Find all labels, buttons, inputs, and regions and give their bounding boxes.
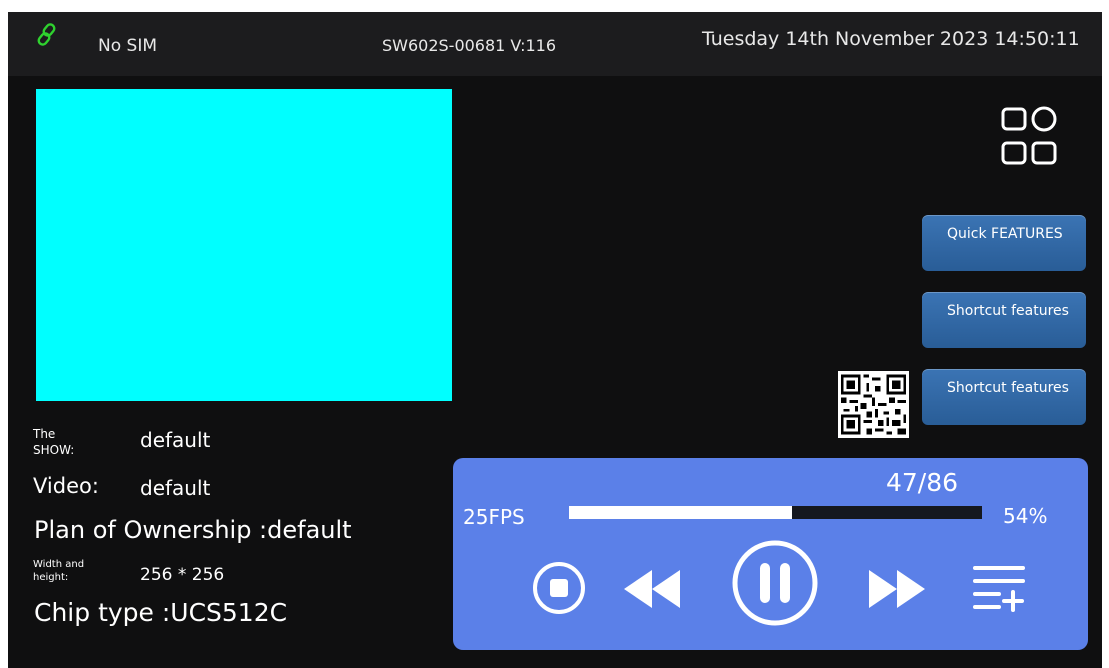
sim-status: No SIM — [98, 36, 157, 56]
ownership-plan: Plan of Ownership :default — [34, 516, 352, 544]
shortcut-features-button-1[interactable]: Shortcut features — [922, 292, 1086, 348]
progress-percent: 54% — [1003, 504, 1048, 528]
shortcut-features-button-2[interactable]: Shortcut features — [922, 369, 1086, 425]
shortcut-features-label-2: Shortcut features — [947, 380, 1069, 396]
quick-features-label: Quick FEATURES — [947, 226, 1063, 242]
link-icon — [37, 23, 56, 46]
pause-icon[interactable] — [730, 538, 820, 628]
stop-icon[interactable] — [531, 560, 587, 616]
quick-features-button[interactable]: Quick FEATURES — [922, 215, 1086, 271]
qr-code-icon[interactable] — [838, 371, 909, 438]
datetime: Tuesday 14th November 2023 14:50:11 — [702, 28, 1080, 50]
player-panel: 25FPS 47/86 54% — [453, 458, 1088, 650]
preview-screen — [36, 89, 452, 401]
fps-label: 25FPS — [463, 505, 525, 529]
playlist-add-icon[interactable] — [969, 560, 1029, 614]
shortcut-features-label-1: Shortcut features — [947, 303, 1069, 319]
track-counter: 47/86 — [886, 468, 959, 497]
width-height-label: Width and height: — [33, 559, 85, 583]
video-label: Video: — [33, 474, 99, 498]
device-version: SW602S-00681 V:116 — [382, 36, 556, 55]
rewind-icon[interactable] — [616, 564, 686, 614]
width-height-value: 256 * 256 — [140, 565, 225, 585]
apps-grid-icon[interactable] — [1000, 106, 1058, 168]
show-value: default — [140, 428, 211, 452]
progress-bar[interactable] — [569, 506, 982, 519]
fast-forward-icon[interactable] — [863, 564, 933, 614]
show-label: The SHOW: — [33, 427, 75, 457]
progress-fill — [569, 506, 793, 519]
status-bar: No SIM SW602S-00681 V:116 Tuesday 14th N… — [8, 12, 1102, 76]
chip-type: Chip type :UCS512C — [34, 598, 288, 627]
app-window: No SIM SW602S-00681 V:116 Tuesday 14th N… — [8, 12, 1102, 668]
screen: No SIM SW602S-00681 V:116 Tuesday 14th N… — [0, 0, 1109, 668]
video-value: default — [140, 476, 211, 500]
